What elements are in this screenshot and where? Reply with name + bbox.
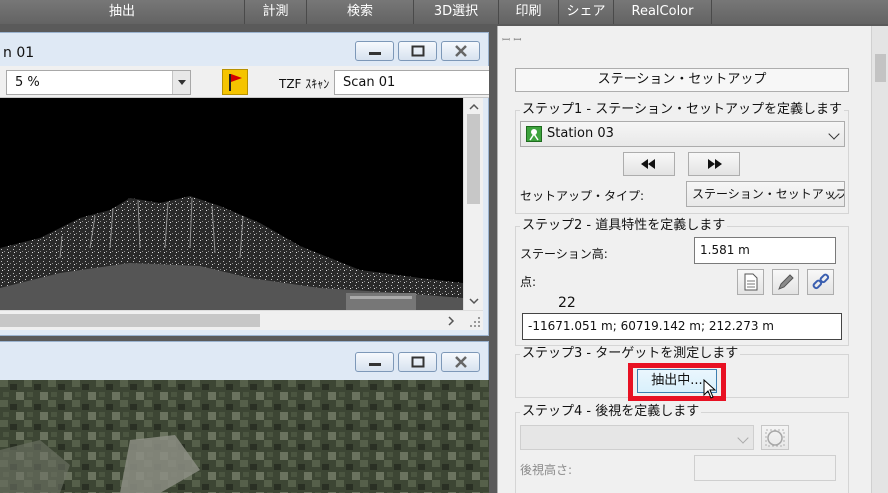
menu-measure[interactable]: 計測: [245, 0, 307, 24]
station-select[interactable]: Station 03: [520, 121, 845, 147]
point-cloud-view[interactable]: [0, 98, 463, 310]
menu-share[interactable]: シェア: [559, 0, 614, 24]
scroll-down-icon[interactable]: [464, 294, 484, 308]
fast-forward-icon: [708, 159, 722, 169]
step3-group: ステップ3 - ターゲットを測定します 抽出中...: [515, 346, 849, 401]
close-icon: [455, 45, 467, 57]
menu-bar: 抽出 計測 検索 3D選択 印刷 シェア RealColor: [0, 0, 888, 24]
panel-scroll-thumb[interactable]: [875, 54, 886, 82]
station-value: Station 03: [547, 126, 614, 141]
scan-window-title: n 01: [3, 45, 35, 61]
step3-title: ステップ3 - ターゲットを測定します: [520, 346, 741, 362]
previous-station-button[interactable]: [623, 152, 675, 176]
vertical-scroll-thumb[interactable]: [467, 114, 480, 204]
pencil-icon: [778, 274, 794, 290]
point-list-button[interactable]: [737, 269, 764, 295]
maximize-icon: [411, 356, 425, 368]
link-icon: [812, 273, 830, 290]
station-height-input[interactable]: 1.581 m: [694, 237, 836, 264]
step2-group: ステップ2 - 道具特性を定義します ステーション高: 1.581 m 点: 2…: [515, 218, 849, 346]
backsight-height-label: 後視高さ:: [520, 463, 573, 477]
step1-group: ステップ1 - ステーション・セットアップを定義します Station 03 セ…: [515, 102, 849, 214]
zoom-select[interactable]: 5 %: [6, 70, 191, 95]
station-setup-panel: ꟷ ꟷ ステーション・セットアップ ステップ1 - ステーション・セットアップを…: [497, 26, 888, 493]
flag-icon: [229, 74, 242, 91]
panel-scrollbar[interactable]: [871, 26, 888, 493]
menu-extract[interactable]: 抽出: [0, 0, 245, 24]
setup-type-select[interactable]: ステーション・セットアップ: [686, 181, 845, 207]
edit-point-button[interactable]: [772, 269, 799, 295]
image-close-button[interactable]: [441, 352, 480, 372]
scan-name-field[interactable]: Scan 01: [334, 70, 489, 95]
link-point-button[interactable]: [807, 269, 834, 295]
pin-icon[interactable]: ꟷ ꟷ: [502, 32, 521, 46]
step2-title: ステップ2 - 道具特性を定義します: [520, 218, 728, 234]
minimize-button[interactable]: [355, 41, 394, 61]
image-minimize-button[interactable]: [355, 352, 394, 372]
minimize-icon: [369, 52, 381, 55]
step4-group: ステップ4 - 後視を定義します 後視高さ:: [515, 404, 849, 493]
panorama-image-view[interactable]: [0, 380, 489, 493]
flag-button[interactable]: [222, 69, 248, 95]
rewind-icon: [641, 159, 655, 169]
setup-type-value: ステーション・セットアップ: [692, 187, 845, 201]
horizontal-scroll-thumb[interactable]: [0, 314, 260, 327]
menu-print[interactable]: 印刷: [499, 0, 559, 24]
maximize-button[interactable]: [398, 41, 437, 61]
scan-toolbar: 5 % TZF ｽｷｬﾝ Scan 01: [0, 66, 489, 98]
point-number: 22: [558, 295, 576, 311]
zoom-value: 5 %: [15, 75, 40, 90]
scroll-up-icon[interactable]: [464, 100, 484, 114]
point-label: 点:: [520, 275, 537, 289]
point-cloud-canvas: [0, 196, 463, 310]
point-coordinates-field[interactable]: -11671.051 m; 60719.142 m; 212.273 m: [522, 313, 842, 340]
panel-title: ステーション・セットアップ: [515, 68, 849, 92]
cursor-icon: [703, 379, 717, 399]
document-icon: [744, 273, 758, 291]
station-icon: [526, 126, 542, 142]
next-station-button[interactable]: [688, 152, 740, 176]
menu-realcolor[interactable]: RealColor: [614, 0, 712, 24]
horizontal-scrollbar[interactable]: [0, 310, 483, 330]
resize-grip-icon[interactable]: [468, 315, 482, 329]
maximize-icon: [411, 45, 425, 57]
chevron-down-icon: [737, 432, 749, 444]
chevron-down-icon: [828, 128, 840, 140]
close-icon: [455, 356, 467, 368]
step4-title: ステップ4 - 後視を定義します: [520, 404, 702, 420]
scroll-right-icon[interactable]: [444, 311, 460, 331]
close-button[interactable]: [441, 41, 480, 61]
vertical-scrollbar[interactable]: [463, 98, 483, 310]
menu-3d-select[interactable]: 3D選択: [414, 0, 499, 24]
scan-name-value: Scan 01: [343, 75, 396, 90]
panorama-image: [0, 380, 489, 493]
minimize-icon: [369, 363, 381, 366]
menu-search[interactable]: 検索: [307, 0, 414, 24]
target-button[interactable]: [761, 425, 789, 450]
image-maximize-button[interactable]: [398, 352, 437, 372]
target-icon: [765, 429, 785, 447]
step1-title: ステップ1 - ステーション・セットアップを定義します: [520, 102, 844, 118]
setup-type-label: セットアップ・タイプ:: [520, 189, 645, 203]
tzf-scan-label: TZF ｽｷｬﾝ: [279, 77, 330, 91]
chevron-down-icon[interactable]: [172, 71, 190, 94]
backsight-select[interactable]: [520, 425, 754, 450]
station-height-label: ステーション高:: [520, 247, 608, 261]
backsight-height-input[interactable]: [694, 455, 836, 481]
